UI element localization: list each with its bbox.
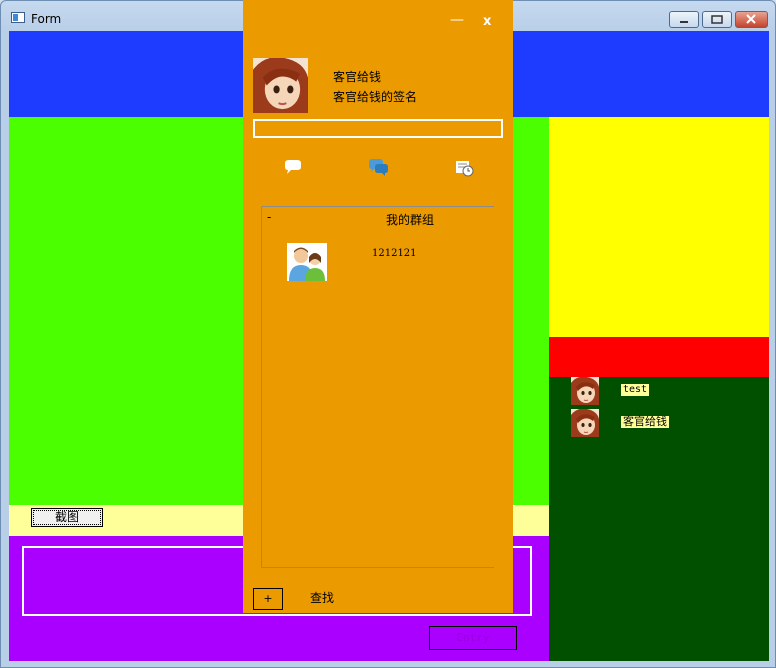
minimize-icon [680,21,688,23]
recent-history-icon[interactable] [455,158,475,178]
chat-bubble-icon[interactable] [283,158,303,178]
find-button[interactable]: 查找 [310,589,334,606]
red-panel [549,337,769,377]
user-name: 客官给钱 [333,70,382,84]
panel-close-button[interactable]: x [483,14,491,29]
group-title[interactable]: 我的群组 [386,211,434,228]
screenshot-button[interactable]: 截图 [31,508,103,527]
app-window-icon [11,12,25,23]
group-item-name[interactable]: 1212121 [372,248,417,259]
avatar [571,377,599,405]
group-collapse-toggle[interactable]: - [267,210,271,224]
window-close-button[interactable] [735,11,768,28]
contact-name: test [621,384,650,396]
contact-list: test 客官给钱 [549,377,769,661]
contact-item[interactable]: 客官给钱 [571,409,751,437]
group-chat-icon[interactable] [368,158,388,178]
contact-name: 客官给钱 [621,415,669,428]
maximize-icon [711,15,723,24]
contact-item[interactable]: test [571,377,751,405]
panel-minimize-button[interactable]: — [450,12,464,28]
avatar [571,409,599,437]
user-avatar[interactable] [253,58,308,113]
window-title: Form [31,12,62,26]
window-maximize-button[interactable] [702,11,732,28]
chat-main-panel: — x 客官给钱 客官给钱的签名 - 我的群组 1212121 + 查找 [243,0,513,613]
search-input[interactable] [253,119,503,138]
window-minimize-button[interactable] [669,11,699,28]
group-avatar-icon[interactable] [287,243,327,281]
group-list: - 我的群组 1212121 [261,206,494,568]
entry-button[interactable]: Entry [429,626,517,650]
yellow-panel [549,117,769,337]
close-icon [746,14,756,24]
add-button[interactable]: + [253,588,283,610]
user-signature[interactable]: 客官给钱的签名 [333,88,417,105]
